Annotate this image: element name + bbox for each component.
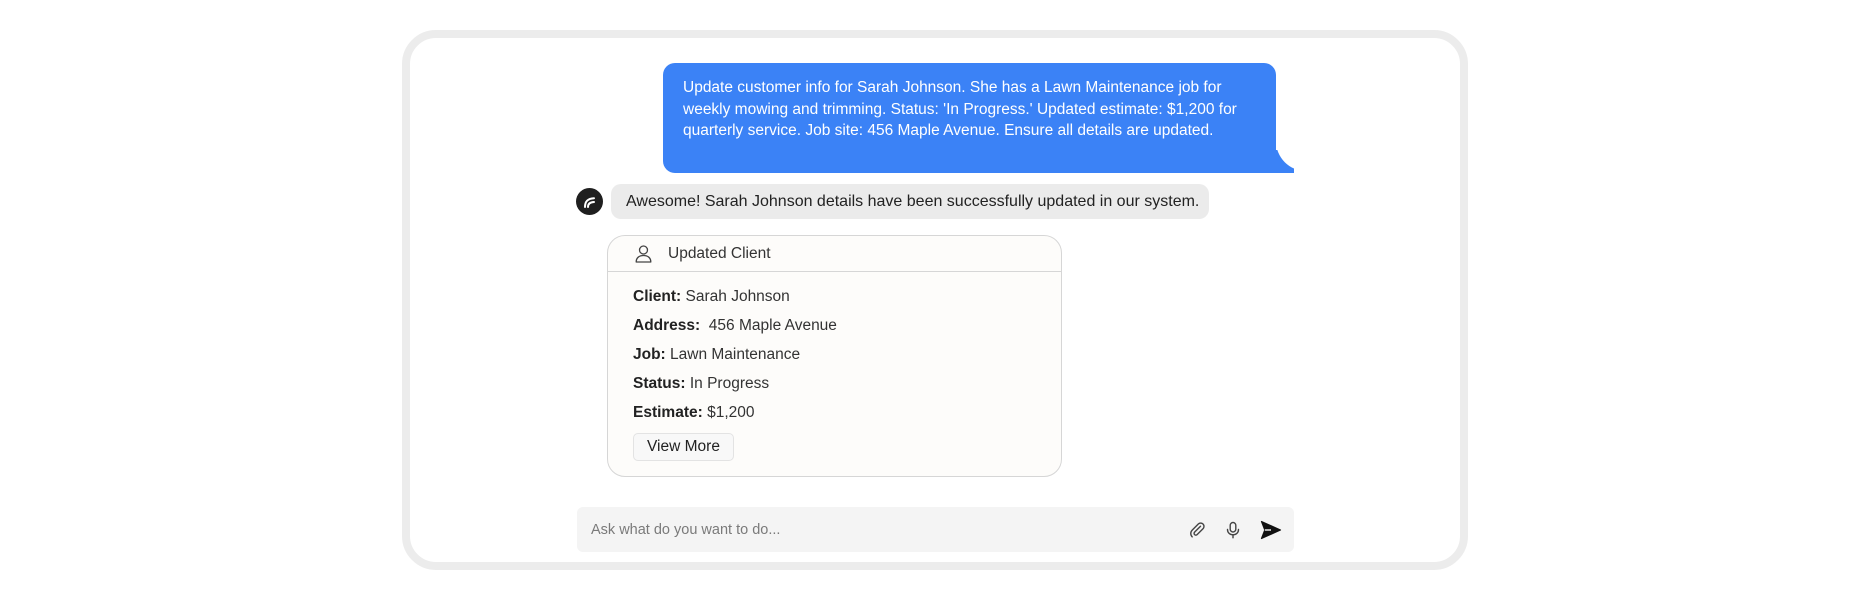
address-label: Address: [633, 317, 701, 334]
client-value: Sarah Johnson [681, 288, 790, 305]
assistant-logo-icon [584, 197, 595, 208]
person-icon [634, 244, 652, 263]
assistant-message-bubble: Awesome! Sarah Johnson details have been… [611, 184, 1209, 219]
client-label: Client: [633, 288, 682, 305]
status-field: Status: In Progress [633, 369, 1061, 398]
assistant-avatar [576, 188, 603, 215]
estimate-label: Estimate: [633, 404, 703, 421]
card-body: Client: Sarah Johnson Address: 456 Maple… [608, 272, 1061, 461]
view-more-button[interactable]: View More [633, 433, 734, 461]
assistant-message-text: Awesome! Sarah Johnson details have been… [626, 193, 1200, 210]
address-field: Address: 456 Maple Avenue [633, 311, 1061, 340]
composer-bar [577, 507, 1294, 552]
estimate-field: Estimate: $1,200 [633, 398, 1061, 427]
updated-client-card: Updated Client Client: Sarah Johnson Add… [607, 235, 1062, 477]
client-field: Client: Sarah Johnson [633, 282, 1061, 311]
job-value: Lawn Maintenance [665, 346, 801, 363]
send-icon[interactable] [1260, 519, 1282, 541]
estimate-value: $1,200 [702, 404, 755, 421]
message-input[interactable] [589, 520, 1174, 539]
status-value: In Progress [685, 375, 770, 392]
address-value: 456 Maple Avenue [700, 317, 837, 334]
card-header: Updated Client [608, 236, 1061, 272]
card-title: Updated Client [668, 244, 771, 262]
microphone-icon[interactable] [1222, 519, 1244, 541]
user-message-bubble: Update customer info for Sarah Johnson. … [663, 63, 1276, 173]
user-message-text: Update customer info for Sarah Johnson. … [683, 79, 1237, 139]
job-label: Job: [633, 346, 666, 363]
job-field: Job: Lawn Maintenance [633, 340, 1061, 369]
paperclip-icon[interactable] [1187, 519, 1209, 541]
user-message-tail [1276, 150, 1294, 173]
status-label: Status: [633, 375, 686, 392]
